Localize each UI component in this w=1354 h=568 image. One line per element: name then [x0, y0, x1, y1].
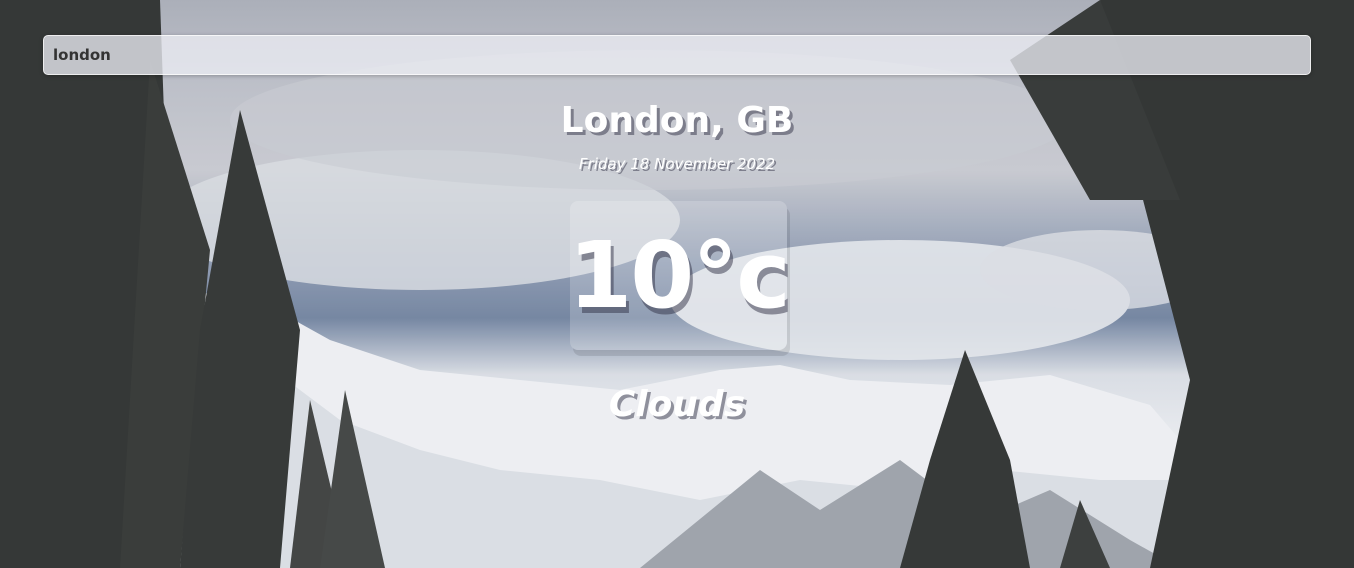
weather-app: London, GB Friday 18 November 2022 10°c …: [0, 0, 1354, 568]
temperature-box: 10°c: [568, 201, 791, 350]
weather-condition: Clouds: [608, 384, 746, 425]
location-title: London, GB: [560, 100, 794, 141]
search-input[interactable]: [43, 35, 1311, 75]
date-text: Friday 18 November 2022: [578, 155, 776, 173]
temperature-value: 10°c: [568, 222, 791, 329]
